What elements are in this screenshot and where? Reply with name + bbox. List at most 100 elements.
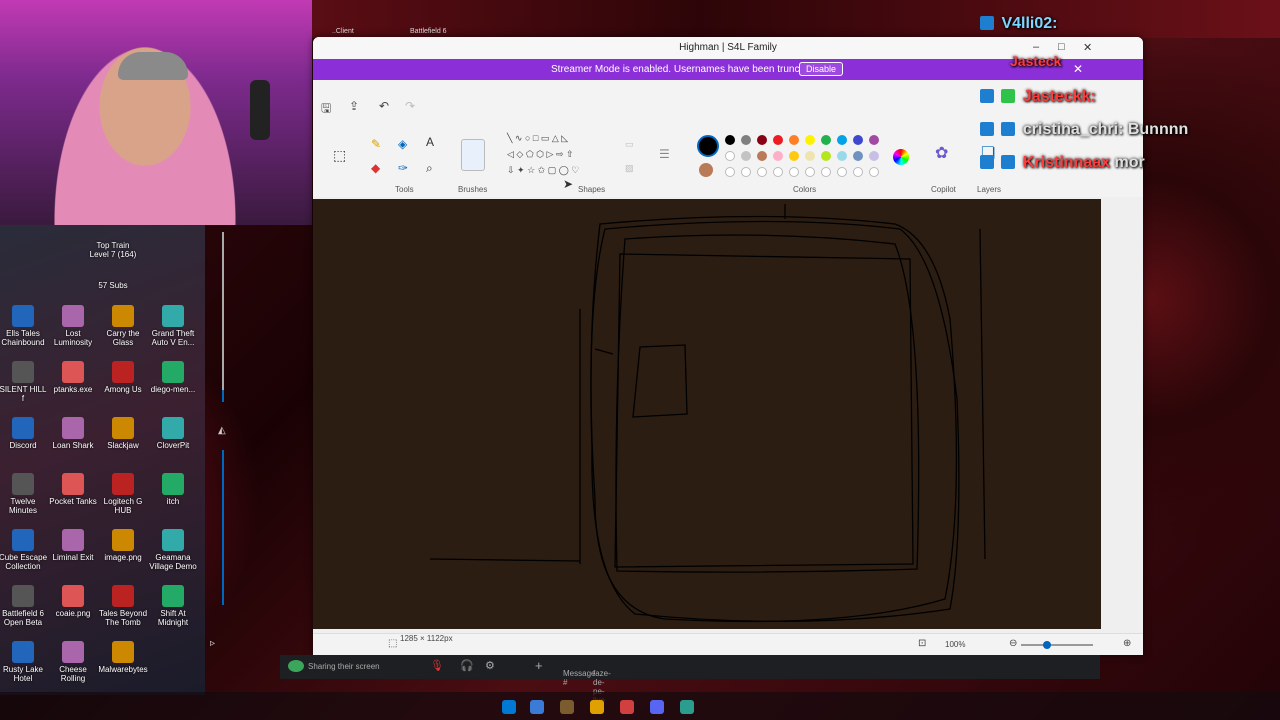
color-swatch[interactable]: [821, 151, 831, 161]
app-icon[interactable]: [680, 700, 694, 714]
disable-button[interactable]: Disable: [799, 62, 844, 76]
desktop-icon[interactable]: Ells Tales Chainbound: [0, 305, 48, 347]
color-swatch[interactable]: [837, 135, 847, 145]
desktop-icon[interactable]: Carry the Glass: [98, 305, 148, 347]
shapes-gallery-row2[interactable]: ◁ ◇ ⬠ ⬡ ▷ ⇨ ⇧: [507, 149, 574, 160]
desktop-icon[interactable]: Lost Luminosity: [48, 305, 98, 347]
color-swatch[interactable]: [821, 135, 831, 145]
drawing-canvas[interactable]: [313, 199, 1101, 629]
color-swatch[interactable]: [741, 135, 751, 145]
zoom-level[interactable]: 100%: [945, 640, 965, 649]
desktop-icon[interactable]: 57 Subs: [88, 281, 138, 290]
mute-icon[interactable]: 🎙: [430, 659, 444, 672]
color-swatch[interactable]: [805, 135, 815, 145]
zoom-slider[interactable]: [1021, 641, 1093, 649]
secondary-color[interactable]: [699, 163, 713, 177]
desktop-icon[interactable]: Top Train Level 7 (164): [88, 241, 138, 259]
desktop-icon[interactable]: SILENT HILL f: [0, 361, 48, 403]
desktop-icon[interactable]: Liminal Exit: [48, 529, 98, 562]
desktop-icon[interactable]: ptanks.exe: [48, 361, 98, 394]
settings-icon[interactable]: ⚙: [485, 659, 495, 672]
desktop-icon[interactable]: itch: [148, 473, 198, 506]
color-swatch[interactable]: [853, 135, 863, 145]
size-icon[interactable]: ☰: [659, 147, 670, 161]
desktop-icon[interactable]: Battlefield 6 Open Beta: [0, 585, 48, 627]
opacity-slider[interactable]: [222, 450, 224, 605]
color-swatch[interactable]: [789, 135, 799, 145]
color-swatch[interactable]: [869, 135, 879, 145]
desktop-icon[interactable]: Loan Shark: [48, 417, 98, 450]
color-swatch[interactable]: [773, 135, 783, 145]
fill-shape-icon[interactable]: ▨: [625, 163, 634, 174]
selection-icon[interactable]: ⬚: [333, 147, 346, 164]
color-swatch[interactable]: [789, 167, 799, 177]
save-icon[interactable]: 🖫: [321, 99, 331, 120]
eraser-icon[interactable]: ◆: [371, 161, 380, 175]
color-swatch[interactable]: [837, 167, 847, 177]
color-swatch[interactable]: [805, 151, 815, 161]
fit-icon[interactable]: ⊡: [918, 638, 926, 649]
color-swatch[interactable]: [837, 151, 847, 161]
text-icon[interactable]: A: [426, 135, 434, 149]
start-icon[interactable]: [502, 700, 516, 714]
desktop-icon[interactable]: Malwarebytes: [98, 641, 148, 674]
add-icon[interactable]: +: [535, 658, 543, 673]
color-swatch[interactable]: [869, 151, 879, 161]
brush-size-slider[interactable]: [222, 390, 224, 402]
color-swatch[interactable]: [853, 167, 863, 177]
search-icon[interactable]: [530, 700, 544, 714]
desktop-icon[interactable]: Grand Theft Auto V En...: [148, 305, 198, 347]
primary-color[interactable]: [697, 135, 719, 157]
color-swatch[interactable]: [821, 167, 831, 177]
folder-icon[interactable]: [590, 700, 604, 714]
color-swatch[interactable]: [853, 151, 863, 161]
brush-size-track[interactable]: [222, 232, 224, 392]
desktop-icon[interactable]: Rusty Lake Hotel: [0, 641, 48, 683]
desktop-icon[interactable]: Twelve Minutes: [0, 473, 48, 515]
explorer-icon[interactable]: [560, 700, 574, 714]
desktop-icon[interactable]: Cheese Rolling: [48, 641, 98, 683]
zoom-slider-thumb[interactable]: [1043, 641, 1051, 649]
color-swatch[interactable]: [773, 151, 783, 161]
desktop-icon[interactable]: Among Us: [98, 361, 148, 394]
browser-icon[interactable]: [620, 700, 634, 714]
shapes-gallery-row3[interactable]: ⇩ ✦ ☆ ✩ ▢ ◯ ♡: [507, 165, 579, 176]
color-picker-icon[interactable]: ✑: [398, 161, 408, 175]
share-icon[interactable]: ⇪: [349, 99, 359, 113]
desktop-icon[interactable]: Discord: [0, 417, 48, 450]
desktop-icon[interactable]: image.png: [98, 529, 148, 562]
desktop-icon[interactable]: Cube Escape Collection: [0, 529, 48, 571]
desktop-icon[interactable]: coaie.png: [48, 585, 98, 618]
desktop-icon[interactable]: Slackjaw: [98, 417, 148, 450]
color-swatch[interactable]: [757, 135, 767, 145]
copilot-icon[interactable]: ✿: [935, 143, 948, 163]
desktop-icon[interactable]: Logitech G HUB: [98, 473, 148, 515]
desktop-icon[interactable]: diego-men...: [148, 361, 198, 394]
color-swatch[interactable]: [725, 167, 735, 177]
color-swatch[interactable]: [741, 151, 751, 161]
brushes-button[interactable]: [461, 139, 485, 171]
pencil-icon[interactable]: ✎: [371, 137, 381, 151]
redo-icon[interactable]: ↷: [405, 99, 415, 113]
color-swatch[interactable]: [741, 167, 751, 177]
fill-icon[interactable]: ◈: [398, 137, 407, 151]
color-swatch[interactable]: [773, 167, 783, 177]
color-swatch[interactable]: [757, 167, 767, 177]
color-swatch[interactable]: [869, 167, 879, 177]
desktop-icon[interactable]: Geamana Village Demo: [148, 529, 198, 571]
discord-icon[interactable]: [650, 700, 664, 714]
outline-icon[interactable]: ▭: [625, 139, 634, 150]
desktop-icon[interactable]: Pocket Tanks: [48, 473, 98, 506]
desktop-icon[interactable]: CloverPit: [148, 417, 198, 450]
color-swatch[interactable]: [789, 151, 799, 161]
color-swatch[interactable]: [805, 167, 815, 177]
color-swatch[interactable]: [725, 135, 735, 145]
desktop-icon[interactable]: Tales Beyond The Tomb: [98, 585, 148, 627]
deafen-icon[interactable]: 🎧: [460, 659, 474, 672]
edit-colors-icon[interactable]: [893, 149, 909, 165]
undo-icon[interactable]: ↶: [379, 99, 389, 113]
desktop-icon[interactable]: Shift At Midnight: [148, 585, 198, 627]
shapes-gallery[interactable]: ╲ ∿ ○ □ ▭ △ ◺: [507, 133, 568, 144]
zoom-in-icon[interactable]: ⊕: [1123, 638, 1131, 649]
zoom-out-icon[interactable]: ⊖: [1009, 638, 1017, 649]
